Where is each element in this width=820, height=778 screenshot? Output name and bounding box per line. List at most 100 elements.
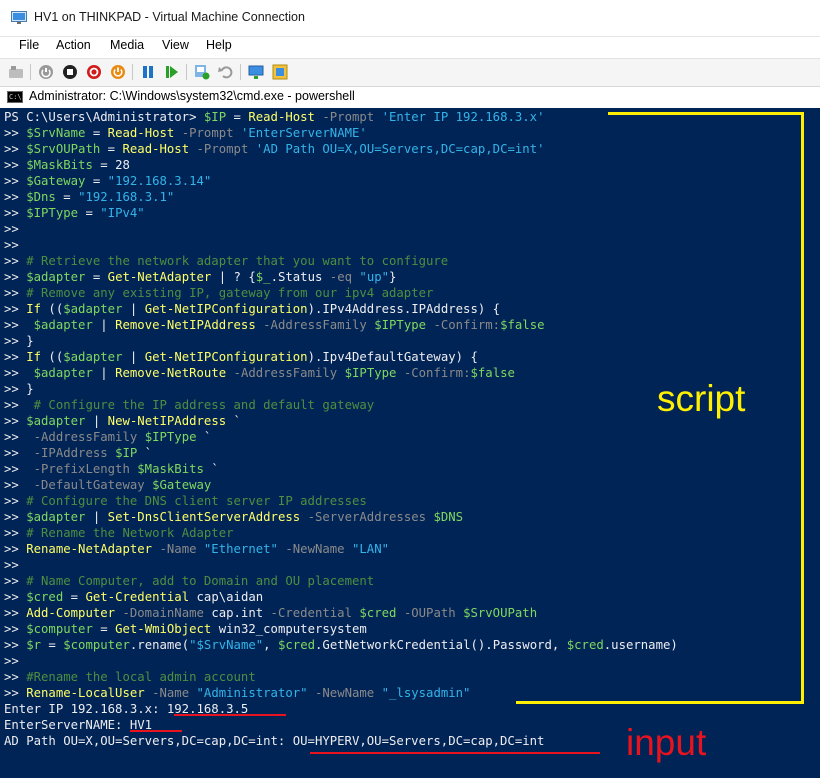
servername-input-underline: [130, 730, 182, 732]
menu-action[interactable]: Action: [56, 38, 91, 52]
console-token: Rename-LocalUser: [26, 686, 145, 700]
console-line: >> $computer = Get-WmiObject win32_compu…: [4, 621, 367, 637]
input-annotation: input: [626, 722, 707, 763]
revert-icon[interactable]: [218, 64, 234, 80]
console-line: >> $MaskBits = 28: [4, 157, 130, 173]
console-title: Administrator: C:\Windows\system32\cmd.e…: [29, 89, 355, 103]
console-token: Get-NetIPConfiguration: [144, 350, 308, 364]
console-token: -NewName: [307, 686, 382, 700]
cmd-icon: C:\: [7, 91, 23, 103]
console-line: >> If (($adapter | Get-NetIPConfiguratio…: [4, 349, 478, 365]
console-token: >>: [4, 142, 27, 156]
console-token: $cred: [26, 590, 64, 604]
menu-file[interactable]: File: [19, 38, 39, 52]
console-token: `: [226, 414, 241, 428]
toolbar-separator: [132, 64, 133, 80]
console-token: ((: [41, 302, 64, 316]
console-token: >>: [4, 318, 34, 332]
console-line: >> $adapter = Get-NetAdapter | ? {$_.Sta…: [4, 269, 396, 285]
console-token: $SrvOUPath: [463, 606, 538, 620]
console-token: $false: [500, 318, 545, 332]
console-token: "LAN": [352, 542, 390, 556]
console-token: >>: [4, 286, 27, 300]
console-token: >>: [4, 526, 27, 540]
pause-icon[interactable]: [140, 64, 156, 80]
toolbar-separator: [186, 64, 187, 80]
power-icon[interactable]: [110, 64, 126, 80]
console-line: >> $Dns = "192.168.3.1": [4, 189, 174, 205]
console-token: >>: [4, 446, 34, 460]
console-token: >>: [4, 174, 27, 188]
console-token: $cred: [359, 606, 397, 620]
console-token: -AddressFamily: [33, 430, 145, 444]
console-line: >> }: [4, 381, 34, 397]
enhanced-session-icon[interactable]: [248, 64, 264, 80]
console-line: PS C:\Users\Administrator> $IP = Read-Ho…: [4, 109, 544, 125]
console-token: =: [63, 590, 86, 604]
console-token: $Gateway: [152, 478, 212, 492]
console-line: >> Add-Computer -DomainName cap.int -Cre…: [4, 605, 537, 621]
console-token: Rename-NetAdapter: [26, 542, 153, 556]
console-token: >>: [4, 206, 27, 220]
console-token: 'EnterServerNAME': [240, 126, 367, 140]
console-token: $Gateway: [26, 174, 86, 188]
console-line: >> Rename-LocalUser -Name "Administrator…: [4, 685, 470, 701]
console-token: Get-NetAdapter: [107, 270, 212, 284]
zoom-icon[interactable]: [272, 64, 288, 80]
console-token: Set-DnsClientServerAddress: [107, 510, 301, 524]
console-token: "Administrator": [196, 686, 308, 700]
console-token: |: [85, 510, 108, 524]
console-token: $SrvOUPath: [26, 142, 101, 156]
console-line: >>: [4, 221, 19, 237]
menu-media[interactable]: Media: [110, 38, 144, 52]
console-line: >> $Gateway = "192.168.3.14": [4, 173, 211, 189]
console-token: >>: [4, 270, 27, 284]
console-token: $IPType: [374, 318, 427, 332]
console-token: .GetNetworkCredential().Password,: [315, 638, 567, 652]
console-line: >> $SrvName = Read-Host -Prompt 'EnterSe…: [4, 125, 367, 141]
turn-off-icon[interactable]: [62, 64, 78, 80]
console-token: -Prompt: [189, 142, 256, 156]
console-token: >>: [4, 302, 27, 316]
console-token: =: [55, 190, 79, 204]
start-icon[interactable]: [38, 64, 54, 80]
console-token: $IPType: [344, 366, 397, 380]
console-token: cap\aidan: [189, 590, 264, 604]
menu-view[interactable]: View: [162, 38, 189, 52]
console-token: $MaskBits: [137, 462, 204, 476]
console-token: Get-NetIPConfiguration: [144, 302, 308, 316]
toolbar: [0, 58, 820, 87]
console-token: ).Ipv4DefaultGateway) {: [307, 350, 478, 364]
shut-down-icon[interactable]: [86, 64, 102, 80]
console-token: PS C:\Users\Administrator>: [4, 110, 204, 124]
console-line: >> #Rename the local admin account: [4, 669, 256, 685]
console-token: $MaskBits: [26, 158, 93, 172]
ctrl-alt-del-icon[interactable]: [8, 64, 24, 80]
console-line: >>: [4, 557, 19, 573]
console-token: >>: [4, 558, 19, 572]
console-token: -ServerAddresses: [300, 510, 434, 524]
console-token: # Configure the DNS client server IP add…: [26, 494, 367, 508]
console-token: -Prompt: [314, 110, 382, 124]
checkpoint-icon[interactable]: [194, 64, 210, 80]
console-token: -Credential: [263, 606, 360, 620]
resume-icon[interactable]: [164, 64, 180, 80]
console-token: $adapter: [26, 414, 86, 428]
menu-help[interactable]: Help: [206, 38, 232, 52]
toolbar-separator: [30, 64, 31, 80]
powershell-console[interactable]: PS C:\Users\Administrator> $IP = Read-Ho…: [0, 108, 820, 778]
console-token: >>: [4, 350, 27, 364]
console-token: AD Path OU=X,OU=Servers,DC=cap,DC=int: O…: [4, 734, 545, 748]
console-token: >>: [4, 254, 27, 268]
console-token: `: [137, 446, 153, 460]
console-token: $Dns: [26, 190, 56, 204]
console-token: ,: [263, 638, 278, 652]
console-token: ).IPv4Address.IPAddress) {: [307, 302, 501, 316]
console-token: # Rename the Network Adapter: [26, 526, 234, 540]
console-line: >> $IPType = "IPv4": [4, 205, 145, 221]
console-token: >>: [4, 606, 27, 620]
console-token: .username): [603, 638, 678, 652]
console-token: Remove-NetRoute: [115, 366, 227, 380]
console-token: 'Enter IP 192.168.3.x': [381, 110, 545, 124]
console-token: =: [100, 142, 123, 156]
